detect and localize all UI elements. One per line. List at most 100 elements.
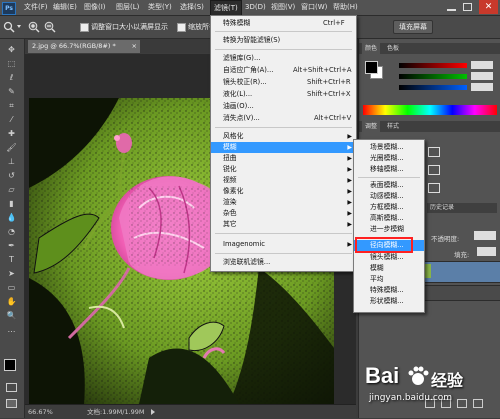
menu-item-render[interactable]: 渲染 ▶ [211,197,356,208]
history-panel-tab[interactable]: 历史记录 [427,203,497,213]
zoom-tool-icon[interactable]: 🔍 [5,311,18,321]
zoom-level[interactable]: 66.67% [28,405,53,419]
submenu-item-box-blur[interactable]: 方框模糊... [354,202,424,213]
menu-item-distort[interactable]: 扭曲 ▶ [211,153,356,164]
marquee-tool-icon[interactable]: ⬚ [5,59,18,69]
menu-item-filter-gallery[interactable]: 滤镜库(G)... [211,53,356,64]
fill-screen-button[interactable]: 填充屏幕 [393,20,433,34]
red-slider[interactable] [399,63,467,68]
document-tab[interactable]: 2.jpg @ 66.7%(RGB/8#) * × [28,40,140,53]
menu-3d[interactable]: 3D(D) [242,0,269,15]
zoom-out-icon[interactable] [44,21,56,33]
lasso-tool-icon[interactable]: ℓ [5,73,18,83]
type-tool-icon[interactable]: T [5,255,18,265]
tab-swatches[interactable]: 色板 [384,43,402,54]
submenu-item-gaussian-blur[interactable]: 高斯模糊... [354,213,424,224]
eyedropper-tool-icon[interactable]: ⁄ [5,115,18,125]
zoom-tool-icon[interactable] [3,21,15,33]
tab-adjustments[interactable]: 调整 [362,121,381,132]
green-slider[interactable] [399,74,467,79]
panel-foreground-swatch[interactable] [365,61,378,74]
more-tools-icon[interactable]: … [5,325,18,335]
move-tool-icon[interactable]: ✥ [5,45,18,55]
submenu-item-blur[interactable]: 模糊 [354,263,424,274]
menu-layer[interactable]: 图层(L) [113,0,142,15]
fill-field[interactable] [477,247,496,256]
submenu-item-tilt-shift[interactable]: 移轴模糊... [354,164,424,175]
menu-item-oil-paint[interactable]: 油画(O)... [211,101,356,112]
maximize-icon[interactable] [463,3,472,11]
menu-help[interactable]: 帮助(H) [330,0,361,15]
blur-tool-icon[interactable]: 💧 [5,213,18,223]
opacity-field[interactable] [474,231,496,240]
submenu-item-motion-blur[interactable]: 动感模糊... [354,191,424,202]
menu-item-noise[interactable]: 杂色 ▶ [211,208,356,219]
tab-color[interactable]: 颜色 [362,43,381,54]
stamp-tool-icon[interactable]: ⊥ [5,157,18,167]
menu-filter[interactable]: 滤镜(T) [210,0,242,16]
layer-row[interactable] [417,285,500,301]
minimize-icon[interactable] [447,3,456,11]
dodge-tool-icon[interactable]: ◔ [5,227,18,237]
menu-item-stylize[interactable]: 风格化 ▶ [211,131,356,142]
document-tab-close-icon[interactable]: × [132,40,137,53]
eraser-tool-icon[interactable]: ▱ [5,185,18,195]
blue-slider[interactable] [399,85,467,90]
status-menu-arrow-icon[interactable] [151,409,155,415]
zoom-in-icon[interactable] [28,21,40,33]
menu-item-last-filter[interactable]: 特殊模糊 Ctrl+F [211,18,356,29]
menu-item-convert-smart-filter[interactable]: 转换为智能滤镜(S) [211,35,356,46]
menu-item-liquify[interactable]: 液化(L)... Shift+Ctrl+X [211,89,356,100]
green-value-field[interactable] [471,72,493,80]
menu-item-lens-correction[interactable]: 镜头校正(R)... Shift+Ctrl+R [211,77,356,88]
menu-edit[interactable]: 编辑(E) [50,0,80,15]
path-select-tool-icon[interactable]: ➤ [5,269,18,279]
menu-type[interactable]: 类型(Y) [145,0,175,15]
menu-item-other[interactable]: 其它 ▶ [211,219,356,230]
menu-view[interactable]: 视图(V) [268,0,298,15]
crop-tool-icon[interactable]: ⌗ [5,101,18,111]
submenu-item-blur-more[interactable]: 进一步模糊 [354,224,424,235]
brush-tool-icon[interactable]: 🖌 [5,143,18,153]
menu-window[interactable]: 窗口(W) [298,0,330,15]
zoom-all-checkbox[interactable] [177,23,186,32]
submenu-item-shape-blur[interactable]: 形状模糊... [354,296,424,307]
shape-tool-icon[interactable]: ▭ [5,283,18,293]
menu-item-adaptive-wide-angle[interactable]: 自适应广角(A)... Alt+Shift+Ctrl+A [211,65,356,76]
menu-item-video[interactable]: 视频 ▶ [211,175,356,186]
menu-item-blur[interactable]: 模糊 ▶ [211,142,356,153]
menu-file[interactable]: 文件(F) [21,0,51,15]
foreground-color-swatch[interactable] [4,359,16,371]
quick-mask-icon[interactable] [6,383,17,392]
menu-item-browse-online-filters[interactable]: 浏览联机滤镜... [211,257,356,268]
healing-tool-icon[interactable]: ✚ [5,129,18,139]
color-ramp[interactable] [363,105,497,115]
hand-tool-icon[interactable]: ✋ [5,297,18,307]
gradient-tool-icon[interactable]: ▮ [5,199,18,209]
menu-image[interactable]: 图像(I) [81,0,109,15]
adjust-invert-icon[interactable] [428,183,440,193]
menu-item-vanishing-point[interactable]: 消失点(V)... Alt+Ctrl+V [211,113,356,124]
resize-windows-checkbox[interactable] [80,23,89,32]
submenu-item-surface-blur[interactable]: 表面模糊... [354,180,424,191]
blue-value-field[interactable] [471,83,493,91]
red-value-field[interactable] [471,61,493,69]
submenu-item-field-blur[interactable]: 场景模糊... [354,142,424,153]
menu-item-imagenomic[interactable]: Imagenomic ▶ [211,239,356,250]
tool-preset-dropdown-icon[interactable] [17,25,21,28]
submenu-item-iris-blur[interactable]: 光圈模糊... [354,153,424,164]
close-window-icon[interactable]: ✕ [479,0,498,14]
menu-select[interactable]: 选择(S) [177,0,207,15]
menu-item-pixelate[interactable]: 像素化 ▶ [211,186,356,197]
menu-item-sharpen[interactable]: 锐化 ▶ [211,164,356,175]
history-brush-tool-icon[interactable]: ↺ [5,171,18,181]
submenu-item-average[interactable]: 平均 [354,274,424,285]
pen-tool-icon[interactable]: ✒ [5,241,18,251]
submenu-item-smart-blur[interactable]: 特殊模糊... [354,285,424,296]
submenu-item-lens-blur[interactable]: 镜头模糊... [354,252,424,263]
quick-select-tool-icon[interactable]: ✎ [5,87,18,97]
tab-styles[interactable]: 样式 [384,121,402,132]
screen-mode-icon[interactable] [6,399,17,408]
adjust-vibrance-icon[interactable] [428,165,440,175]
adjust-brightness-icon[interactable] [428,147,440,157]
